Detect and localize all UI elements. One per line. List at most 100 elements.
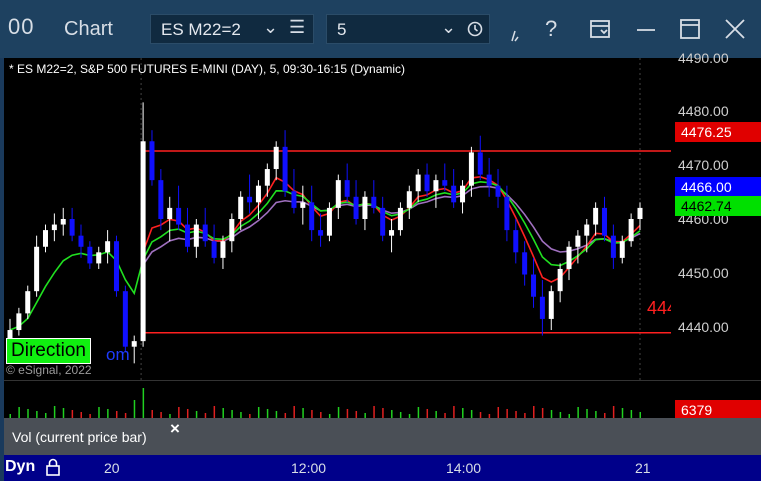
interval-selector[interactable]: 5 ⌄ (326, 14, 490, 44)
volume-bar (27, 409, 29, 418)
candle-body (433, 180, 439, 192)
volume-bar (133, 400, 136, 418)
volume-bar (630, 410, 633, 418)
candle-body (113, 241, 119, 292)
candle (424, 163, 430, 197)
candle-body (238, 196, 244, 219)
candle (158, 169, 164, 231)
volume-bar (178, 407, 180, 418)
candle (255, 180, 261, 219)
direction-tail-text: om (106, 345, 130, 364)
volume-bar (213, 406, 216, 418)
candle-body (548, 291, 554, 319)
candle (122, 285, 128, 353)
volume-bar (275, 411, 278, 418)
price-chart[interactable]: * ES M22=2, S&P 500 FUTURES E-MINI (DAY)… (4, 58, 671, 380)
candle-body (220, 241, 226, 258)
candle (335, 174, 341, 219)
candle (318, 213, 324, 247)
candle (167, 196, 173, 242)
candle (602, 196, 608, 242)
volume-bar (257, 407, 260, 418)
close-icon[interactable] (724, 18, 746, 40)
volume-pane[interactable] (4, 381, 671, 418)
candle (415, 169, 421, 203)
volume-bar (195, 411, 198, 418)
volume-bar (142, 388, 145, 418)
candle (149, 130, 155, 186)
volume-bar (612, 406, 615, 418)
candle-body (442, 180, 448, 186)
candle (637, 202, 643, 231)
candle-body (167, 207, 173, 219)
chevron-down-icon[interactable]: ⌄ (263, 17, 278, 38)
price-axis-label: 4450.00 (678, 265, 729, 281)
volume-bar (355, 411, 358, 418)
candle-body (318, 230, 324, 236)
lock-icon[interactable] (44, 458, 62, 476)
window-title: Chart (64, 18, 113, 40)
price-axis[interactable]: 4490.00 4480.00 4470.00 4460.00 4450.00 … (671, 50, 761, 380)
volume-bar (541, 408, 544, 418)
candle-body (176, 207, 182, 225)
minimize-icon[interactable] (635, 18, 657, 40)
copyright: © eSignal, 2022 (6, 363, 92, 377)
candle-body (60, 219, 66, 225)
candle (131, 335, 137, 364)
candle-body (202, 224, 208, 242)
candle (87, 241, 93, 269)
volume-bar (266, 409, 269, 418)
candle-body (406, 191, 412, 208)
help-icon[interactable]: ? (545, 16, 557, 46)
candle-body (42, 230, 48, 247)
symbol-selector[interactable]: ES M22=2 ⌄ ☰ (150, 14, 314, 44)
volume-bar (533, 406, 535, 418)
candle-body (78, 235, 84, 247)
time-axis[interactable]: Dyn 20 12:00 14:00 21 (4, 455, 761, 481)
menu-icon[interactable]: ☰ (289, 17, 305, 38)
volume-bar (222, 408, 224, 418)
candle (78, 224, 84, 258)
last-price-tag: 4466.00 (675, 177, 761, 197)
candle-body (291, 191, 297, 208)
candle (442, 163, 448, 192)
candle-body (371, 196, 377, 208)
candle-body (158, 180, 164, 219)
chart-header: * ES M22=2, S&P 500 FUTURES E-MINI (DAY)… (9, 62, 406, 76)
clock-icon[interactable] (467, 21, 483, 37)
candlestick-plot[interactable] (4, 58, 671, 380)
candle (326, 202, 332, 242)
close-study-button[interactable]: × (170, 419, 180, 439)
candle-body (575, 235, 581, 247)
candle-body (273, 146, 279, 170)
volume-bar (497, 407, 500, 418)
volume-bar (311, 410, 313, 418)
candle (176, 185, 182, 231)
candle (539, 280, 545, 336)
candle (566, 241, 572, 281)
draw-tool-icon[interactable] (510, 28, 522, 42)
candle (495, 169, 501, 208)
price-axis-label: 4440.00 (678, 319, 729, 335)
volume-axis: 6379 (671, 381, 761, 420)
candle (273, 141, 279, 181)
candle (193, 219, 199, 258)
candle (389, 219, 395, 253)
volume-bar (115, 411, 118, 418)
candle (247, 174, 253, 214)
candle (593, 202, 599, 236)
volume-bar (107, 409, 109, 418)
candle (42, 224, 48, 253)
dynamic-mode-label[interactable]: Dyn (5, 458, 35, 476)
candle-body (69, 219, 75, 236)
volume-bar (337, 407, 340, 418)
support-line-label: 444 (647, 298, 671, 318)
volume-bar (53, 406, 56, 418)
chevron-down-icon[interactable]: ⌄ (441, 17, 456, 38)
candle-body (397, 207, 403, 231)
maximize-icon[interactable] (679, 18, 701, 40)
candle (433, 174, 439, 208)
layout-icon[interactable] (589, 18, 611, 40)
candle (477, 135, 483, 181)
volume-tag: 6379 (675, 400, 761, 420)
